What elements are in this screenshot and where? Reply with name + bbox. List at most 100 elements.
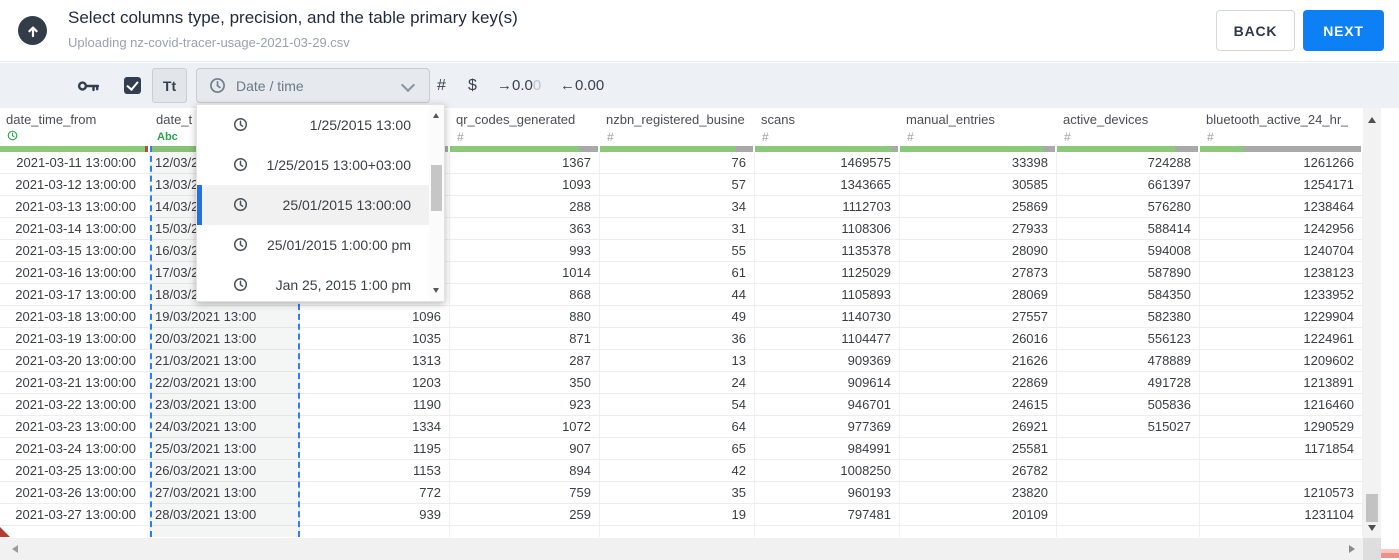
scroll-right-arrow-icon[interactable] [1349,545,1355,553]
column-header-manual_entries[interactable]: manual_entries # [900,108,1057,152]
date-format-option-list: 1/25/2015 13:00 1/25/2015 13:00+03:00 25/0… [197,105,444,301]
dropdown-scrollbar[interactable] [429,105,444,301]
clock-icon [233,277,248,292]
table-cell [900,526,1057,537]
table-cell: 1238123 [1200,262,1363,284]
number-type-icon[interactable]: # [437,63,446,108]
increase-decimal-button[interactable]: →0.0 0 [497,63,541,108]
date-format-option[interactable]: 25/01/2015 1:00:00 pm [197,225,444,265]
table-cell: 1190 [300,394,450,416]
table-cell: 2021-03-21 13:00:00 [0,372,150,394]
table-cell: 30585 [900,174,1057,196]
option-label: 25/01/2015 13:00:00 [282,197,411,213]
back-button[interactable]: BACK [1216,10,1295,51]
table-cell [300,526,450,537]
table-cell: 2021-03-14 13:00:00 [0,218,150,240]
text-type-button[interactable]: Tt [152,68,187,103]
table-cell: 259 [450,504,600,526]
scroll-up-arrow-icon[interactable] [1368,117,1376,123]
clock-icon [233,237,248,252]
table-cell: 1242956 [1200,218,1363,240]
upload-status-text: Uploading nz-covid-tracer-usage-2021-03-… [68,35,350,50]
option-label: 25/01/2015 1:00:00 pm [266,237,411,253]
scroll-left-arrow-icon[interactable] [12,545,18,553]
table-cell: 1290529 [1200,416,1363,438]
primary-key-icon[interactable] [77,79,100,93]
table-cell: 23820 [900,482,1057,504]
table-cell: 65 [600,438,755,460]
date-format-option[interactable]: 1/25/2015 13:00 [197,105,444,145]
table-cell: 24615 [900,394,1057,416]
table-cell: 1210573 [1200,482,1363,504]
table-cell [1057,438,1200,460]
table-cell: 27/03/2021 13:00 [150,482,300,504]
column-header-date_time_from[interactable]: date_time_from [0,108,150,152]
column-type-select[interactable]: Date / time [196,68,430,103]
vertical-scrollbar[interactable] [1363,108,1381,538]
table-cell: 1035 [300,328,450,350]
table-cell: 26016 [900,328,1057,350]
table-cell: 1224961 [1200,328,1363,350]
date-format-option[interactable]: 25/01/2015 13:00:00 [197,185,444,225]
table-cell: 1093 [450,174,600,196]
table-cell: 1367 [450,152,600,174]
table-cell: 27933 [900,218,1057,240]
table-cell: 1140730 [755,306,900,328]
table-cell: 1216460 [1200,394,1363,416]
table-cell: 894 [450,460,600,482]
next-button[interactable]: NEXT [1303,10,1384,51]
dropdown-scrollbar-thumb[interactable] [431,165,442,211]
table-cell: 515027 [1057,416,1200,438]
table-cell: 724288 [1057,152,1200,174]
table-cell: 22869 [900,372,1057,394]
date-format-option[interactable]: Jan 25, 2015 1:00 pm [197,265,444,301]
table-cell: 2021-03-27 13:00:00 [0,504,150,526]
table-cell: 33398 [900,152,1057,174]
table-cell: 2021-03-17 13:00:00 [0,284,150,306]
column-header-nzbn_registered_busine[interactable]: nzbn_registered_busine # [600,108,755,152]
column-header-scans[interactable]: scans # [755,108,900,152]
table-cell: 25581 [900,438,1057,460]
table-cell: 923 [450,394,600,416]
column-header-active_devices[interactable]: active_devices # [1057,108,1200,152]
table-cell: 1334 [300,416,450,438]
horizontal-scrollbar[interactable] [0,538,1363,560]
dropdown-scroll-up-icon[interactable] [433,113,439,118]
column-name: date_t [156,112,193,127]
table-cell: 19 [600,504,755,526]
clock-icon [7,130,18,141]
table-cell: 1153 [300,460,450,482]
table-cell: 1014 [450,262,600,284]
table-cell: 2021-03-18 13:00:00 [0,306,150,328]
currency-type-icon[interactable]: $ [468,63,477,108]
table-cell [755,526,900,537]
table-cell: 576280 [1057,196,1200,218]
decrease-decimal-button[interactable]: ←0.00 [560,63,604,108]
table-cell: 871 [450,328,600,350]
table-cell: 28/03/2021 13:00 [150,504,300,526]
table-cell: 1240704 [1200,240,1363,262]
table-cell: 1238464 [1200,196,1363,218]
table-cell: 2021-03-26 13:00:00 [0,482,150,504]
table-cell: 772 [300,482,450,504]
dropdown-scroll-down-icon[interactable] [433,288,439,293]
table-cell [450,526,600,537]
table-cell: 984991 [755,438,900,460]
table-cell: 1231104 [1200,504,1363,526]
clock-icon [233,197,248,212]
table-cell [150,526,300,537]
column-header-bluetooth_active_24_hr_[interactable]: bluetooth_active_24_hr_ # [1200,108,1363,152]
table-cell: 1195 [300,438,450,460]
scroll-down-arrow-icon[interactable] [1368,525,1376,531]
column-name: date_time_from [6,112,97,127]
table-cell: 1229904 [1200,306,1363,328]
date-format-option[interactable]: 1/25/2015 13:00+03:00 [197,145,444,185]
window-scrollbar-thumb [1381,549,1399,558]
table-cell: 939 [300,504,450,526]
table-cell: 2021-03-12 13:00:00 [0,174,150,196]
vertical-scrollbar-thumb[interactable] [1366,494,1378,522]
column-header-qr_codes_generated[interactable]: qr_codes_generated # [450,108,600,152]
table-cell [0,526,150,537]
table-cell: 1096 [300,306,450,328]
include-column-checkbox[interactable] [124,77,141,94]
